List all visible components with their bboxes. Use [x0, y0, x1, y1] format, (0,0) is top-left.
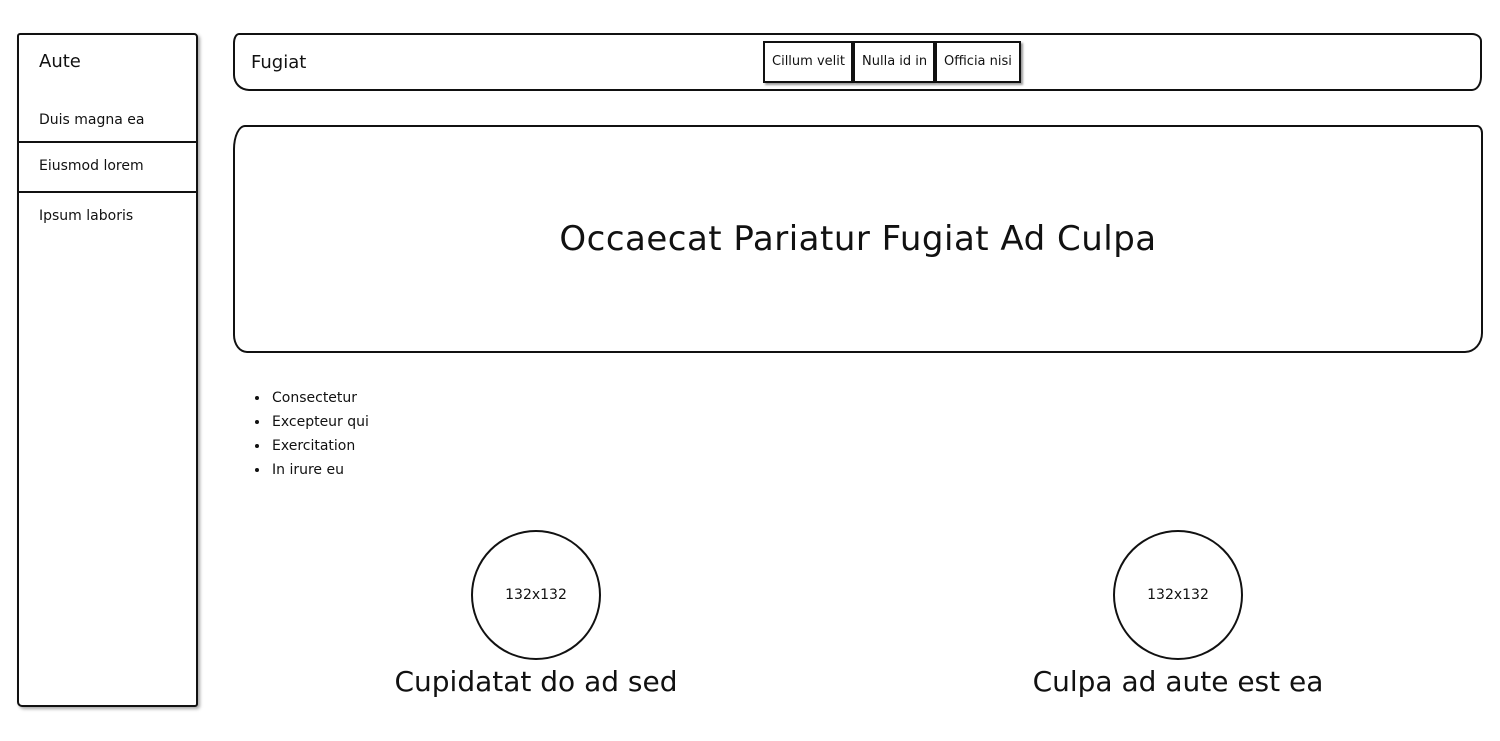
profile-card: 132x132 Cupidatat do ad sed — [371, 530, 701, 698]
avatar-image-placeholder: 132x132 — [471, 530, 601, 660]
sidebar-item-label: Eiusmod lorem — [39, 158, 144, 174]
cillum-velit-button[interactable]: Cillum velit — [763, 41, 853, 83]
image-size-label: 132x132 — [505, 587, 567, 603]
list-item: Exercitation — [270, 434, 369, 458]
header-button-group: Cillum velit Nulla id in Officia nisi — [763, 41, 1021, 83]
header-title: Fugiat — [251, 52, 307, 73]
list-item: Excepteur qui — [270, 410, 369, 434]
hero-title: Occaecat Pariatur Fugiat Ad Culpa — [559, 219, 1157, 259]
list-item: Consectetur — [270, 386, 369, 410]
sidebar-title: Aute — [39, 51, 81, 72]
sidebar-item-label: Duis magna ea — [39, 112, 145, 128]
card-caption: Culpa ad aute est ea — [1032, 665, 1324, 698]
sidebar: Aute Duis magna ea Eiusmod lorem Ipsum l… — [17, 33, 198, 707]
hero-panel: Occaecat Pariatur Fugiat Ad Culpa — [233, 125, 1483, 353]
image-size-label: 132x132 — [1147, 587, 1209, 603]
bullet-list: Consectetur Excepteur qui Exercitation I… — [252, 386, 369, 482]
sidebar-item-label: Ipsum laboris — [39, 208, 134, 224]
list-item: In irure eu — [270, 458, 369, 482]
officia-nisi-button[interactable]: Officia nisi — [935, 41, 1021, 83]
sidebar-item-eiusmod-lorem[interactable]: Eiusmod lorem — [19, 143, 196, 193]
header-bar: Fugiat Cillum velit Nulla id in Officia … — [233, 33, 1482, 91]
sidebar-item-ipsum-laboris[interactable]: Ipsum laboris — [19, 193, 196, 243]
nulla-id-in-button[interactable]: Nulla id in — [853, 41, 935, 83]
avatar-image-placeholder: 132x132 — [1113, 530, 1243, 660]
profile-card: 132x132 Culpa ad aute est ea — [1013, 530, 1343, 698]
card-caption: Cupidatat do ad sed — [394, 665, 678, 698]
sidebar-item-duis-magna-ea[interactable]: Duis magna ea — [19, 105, 196, 143]
